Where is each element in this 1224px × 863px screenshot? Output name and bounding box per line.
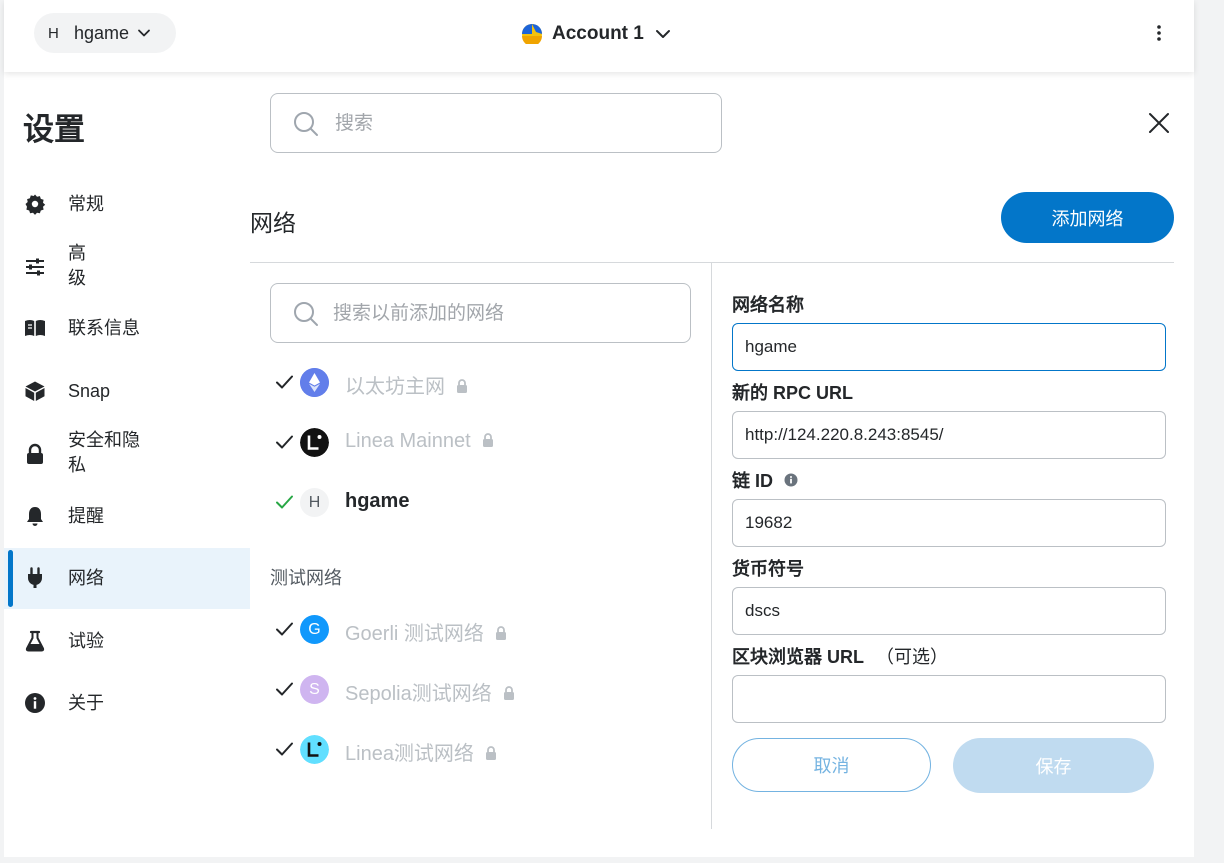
lock-icon xyxy=(503,686,514,700)
currency-symbol-field[interactable] xyxy=(732,587,1166,635)
check-icon xyxy=(276,375,293,389)
network-list-item[interactable]: S Sepolia测试网络 xyxy=(270,669,690,709)
block-explorer-field[interactable] xyxy=(732,675,1166,723)
sidebar-item-label: 高 级 xyxy=(68,243,86,288)
check-icon xyxy=(276,742,293,756)
network-search-input[interactable] xyxy=(331,298,680,330)
app-window: H hgame Account 1 设置 常规 高 级 联系信息 Snap 安全… xyxy=(4,0,1194,857)
account-picker[interactable]: Account 1 xyxy=(522,20,672,48)
block-explorer-label: 区块浏览器 URL （可选） xyxy=(732,643,948,669)
network-search[interactable] xyxy=(270,283,691,343)
info-icon xyxy=(25,693,45,713)
account-avatar-icon xyxy=(522,24,542,44)
add-network-button[interactable]: 添加网络 xyxy=(1001,192,1174,243)
search-icon xyxy=(294,302,318,326)
flask-icon xyxy=(25,630,45,652)
chain-id-field[interactable] xyxy=(732,499,1166,547)
sidebar-item-label: 试验 xyxy=(68,630,104,651)
settings-search-input[interactable] xyxy=(333,108,707,140)
sidebar-item-contacts[interactable]: 联系信息 xyxy=(4,308,250,348)
network-name: hgame xyxy=(345,490,410,512)
network-list-item-selected[interactable]: H hgame xyxy=(270,482,690,522)
search-icon xyxy=(294,112,318,136)
chain-id-label-text: 链 ID xyxy=(732,471,774,491)
sliders-icon xyxy=(26,258,44,276)
page-title: 设置 xyxy=(23,112,85,147)
account-name: Account 1 xyxy=(552,23,644,44)
cube-icon xyxy=(25,381,45,401)
chevron-down-icon xyxy=(138,29,150,37)
network-name: hgame xyxy=(74,22,130,43)
network-name-field[interactable] xyxy=(732,323,1166,371)
divider xyxy=(711,263,712,829)
section-title: 网络 xyxy=(250,210,296,236)
test-networks-heading: 测试网络 xyxy=(270,568,342,588)
sidebar-item-security-privacy[interactable]: 安全和隐 私 xyxy=(4,427,250,481)
sidebar-item-label: Snap xyxy=(68,380,111,401)
network-avatar: S xyxy=(300,675,329,704)
network-list-item[interactable]: Linea测试网络 xyxy=(270,729,690,769)
rpc-url-field[interactable] xyxy=(732,411,1166,459)
rpc-url-label: 新的 RPC URL xyxy=(732,383,853,403)
network-name: Linea Mainnet xyxy=(345,430,495,453)
linea-test-logo-icon xyxy=(300,735,329,764)
network-avatar: H xyxy=(300,488,329,517)
sidebar-item-label: 常规 xyxy=(68,193,104,214)
book-icon xyxy=(25,320,45,336)
lock-icon xyxy=(27,443,43,464)
bell-icon xyxy=(27,507,43,526)
cancel-button[interactable]: 取消 xyxy=(732,738,931,792)
info-icon[interactable] xyxy=(784,473,798,487)
ethereum-logo-icon xyxy=(300,368,329,397)
sidebar-item-alerts[interactable]: 提醒 xyxy=(4,496,250,536)
block-explorer-label-text: 区块浏览器 URL xyxy=(732,647,864,667)
optional-hint: （可选） xyxy=(876,647,948,667)
sidebar-item-networks[interactable]: 网络 xyxy=(4,548,250,609)
close-icon[interactable] xyxy=(1147,111,1171,135)
network-list-item[interactable]: Linea Mainnet xyxy=(270,422,690,462)
save-button[interactable]: 保存 xyxy=(953,738,1154,793)
lock-icon xyxy=(457,379,467,393)
settings-search[interactable] xyxy=(270,93,722,153)
check-icon xyxy=(276,682,293,696)
sidebar-item-general[interactable]: 常规 xyxy=(4,184,250,224)
network-name: Goerli 测试网络 xyxy=(345,617,508,646)
lock-icon xyxy=(485,746,496,760)
network-picker[interactable]: H hgame xyxy=(34,13,176,53)
lock-icon xyxy=(495,626,506,640)
top-header: H hgame Account 1 xyxy=(4,0,1194,72)
sidebar-item-experimental[interactable]: 试验 xyxy=(4,621,250,661)
lock-icon xyxy=(482,433,493,447)
network-list-item[interactable]: 以太坊主网 xyxy=(270,362,690,402)
gear-icon xyxy=(25,194,46,215)
network-name: 以太坊主网 xyxy=(345,370,469,399)
check-icon xyxy=(276,495,293,509)
sidebar-item-about[interactable]: 关于 xyxy=(4,683,250,723)
network-list-item[interactable]: G Goerli 测试网络 xyxy=(270,609,690,649)
network-avatar: G xyxy=(300,615,329,644)
sidebar-item-label: 安全和隐 私 xyxy=(68,430,140,475)
currency-symbol-label: 货币符号 xyxy=(732,559,804,579)
check-icon xyxy=(276,435,293,449)
sidebar-item-snap[interactable]: Snap xyxy=(4,371,250,411)
network-avatar: H xyxy=(48,24,59,42)
network-name: Sepolia测试网络 xyxy=(345,677,516,706)
divider xyxy=(250,262,1174,263)
sidebar-item-label: 联系信息 xyxy=(68,317,140,338)
sidebar-item-label: 网络 xyxy=(68,568,104,588)
check-icon xyxy=(276,622,293,636)
chevron-down-icon xyxy=(655,30,670,38)
sidebar-item-label: 提醒 xyxy=(68,505,104,526)
sidebar-item-advanced[interactable]: 高 级 xyxy=(4,240,250,294)
linea-logo-icon xyxy=(300,428,329,457)
more-options-icon[interactable] xyxy=(1150,22,1168,44)
chain-id-label: 链 ID xyxy=(732,467,798,493)
plug-icon xyxy=(28,567,42,588)
network-name: Linea测试网络 xyxy=(345,737,498,766)
network-name-label: 网络名称 xyxy=(732,295,804,315)
sidebar-item-label: 关于 xyxy=(68,692,104,713)
